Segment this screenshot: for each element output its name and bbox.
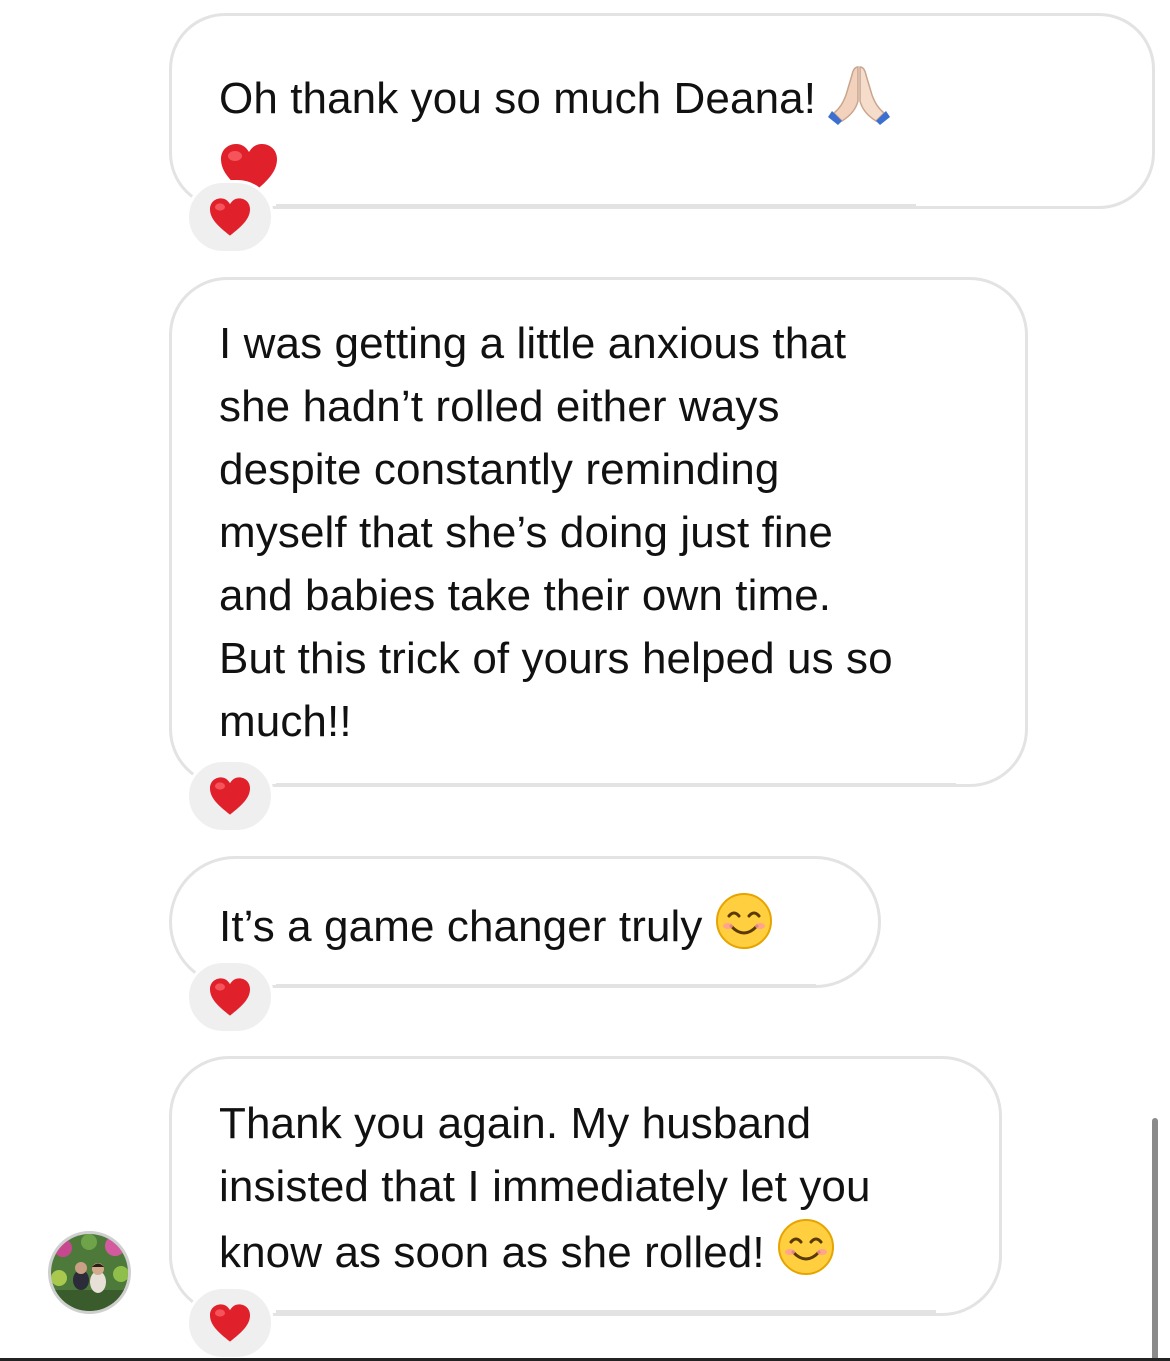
red-heart-icon — [210, 978, 250, 1016]
message-text-4: Thank you again. My husband insisted tha… — [219, 1099, 871, 1278]
message-text-2: I was getting a little anxious that she … — [219, 319, 893, 746]
red-heart-icon — [210, 1304, 250, 1342]
message-bubble-2[interactable]: I was getting a little anxious that she … — [169, 277, 1028, 787]
reaction-divider — [276, 1310, 936, 1313]
red-heart-icon — [210, 777, 250, 815]
reaction-divider — [276, 204, 916, 207]
reaction-badge-3[interactable] — [186, 960, 274, 1034]
smiling-face-icon — [777, 1218, 835, 1293]
message-bubble-1[interactable]: Oh thank you so much Deana! — [169, 13, 1155, 209]
folded-hands-icon — [828, 61, 891, 142]
reaction-divider — [276, 984, 816, 987]
scrollbar[interactable] — [1152, 1118, 1158, 1361]
reaction-divider — [276, 783, 956, 786]
reaction-badge-2[interactable] — [186, 759, 274, 833]
message-text-1: Oh thank you so much Deana! — [219, 74, 829, 124]
red-heart-icon — [210, 198, 250, 236]
message-bubble-3[interactable]: It’s a game changer truly — [169, 856, 881, 988]
smiling-face-icon — [715, 892, 773, 967]
profile-avatar-image — [51, 1234, 128, 1311]
sender-avatar[interactable] — [48, 1231, 131, 1314]
message-bubble-4[interactable]: Thank you again. My husband insisted tha… — [169, 1056, 1002, 1316]
reaction-badge-1[interactable] — [186, 180, 274, 254]
message-text-3: It’s a game changer truly — [219, 902, 715, 952]
reaction-badge-4[interactable] — [186, 1286, 274, 1360]
